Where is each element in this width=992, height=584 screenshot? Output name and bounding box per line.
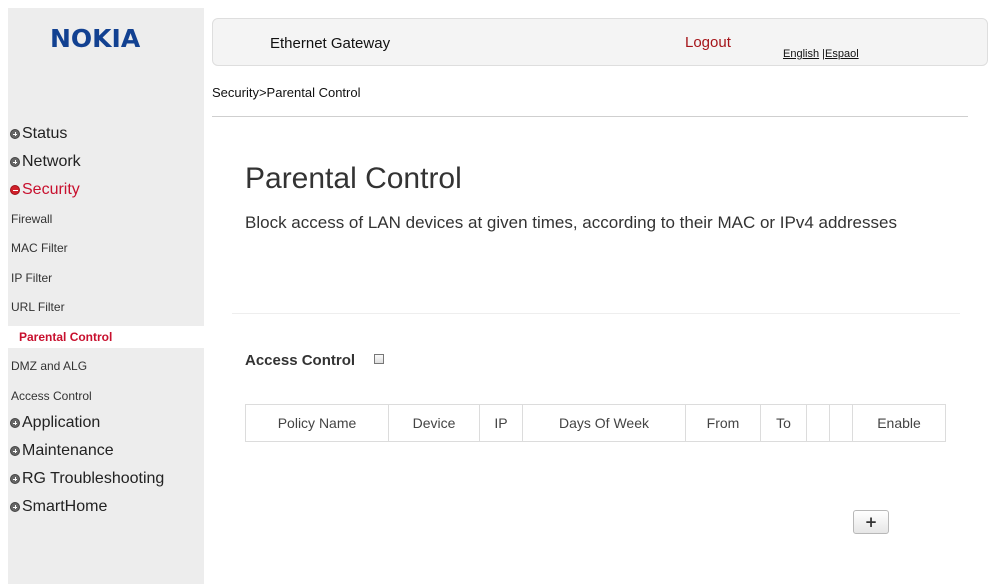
col-enable: Enable <box>852 404 946 442</box>
sidebar-item-access-control[interactable]: Access Control <box>11 385 92 407</box>
nav-status-label: Status <box>22 125 68 142</box>
sidebar-item-parental-control[interactable]: Parental Control <box>8 326 204 348</box>
lang-english-link[interactable]: English <box>783 48 819 60</box>
nav-maintenance-label: Maintenance <box>22 442 114 459</box>
col-empty-2 <box>829 404 853 442</box>
divider <box>232 313 960 314</box>
col-ip: IP <box>479 404 523 442</box>
nav-maintenance[interactable]: Maintenance <box>10 440 114 462</box>
add-policy-button[interactable]: + <box>853 510 889 534</box>
sidebar-item-mac-filter[interactable]: MAC Filter <box>11 237 68 259</box>
nav-application[interactable]: Application <box>10 412 100 434</box>
sidebar-item-dmz-and-alg[interactable]: DMZ and ALG <box>11 355 87 377</box>
page-description: Block access of LAN devices at given tim… <box>245 213 897 232</box>
expand-plus-icon <box>10 129 20 139</box>
col-from: From <box>685 404 761 442</box>
nav-rg-troubleshooting-label: RG Troubleshooting <box>22 470 165 487</box>
access-control-checkbox[interactable] <box>374 354 384 364</box>
sidebar-item-url-filter[interactable]: URL Filter <box>11 296 65 318</box>
nav-security-label: Security <box>22 181 80 198</box>
header-title: Ethernet Gateway <box>270 35 391 52</box>
language-switcher: English |Espaol <box>783 48 859 60</box>
expand-plus-icon <box>10 474 20 484</box>
nav-status[interactable]: Status <box>10 123 67 145</box>
nav-smarthome[interactable]: SmartHome <box>10 496 107 518</box>
expand-plus-icon <box>10 418 20 428</box>
lang-spanish-link[interactable]: Espaol <box>825 48 859 60</box>
col-empty-1 <box>806 404 830 442</box>
table-header-row: Policy Name Device IP Days Of Week From … <box>246 404 946 442</box>
col-to: To <box>760 404 807 442</box>
breadcrumb: Security>Parental Control <box>212 85 361 100</box>
expand-plus-icon <box>10 502 20 512</box>
col-device: Device <box>388 404 480 442</box>
nav-rg-troubleshooting[interactable]: RG Troubleshooting <box>10 468 164 490</box>
nav-smarthome-label: SmartHome <box>22 498 108 515</box>
expand-plus-icon <box>10 157 20 167</box>
sidebar-item-firewall[interactable]: Firewall <box>11 208 52 230</box>
nav-application-label: Application <box>22 414 101 431</box>
nav-security[interactable]: Security <box>10 179 80 201</box>
page-title: Parental Control <box>245 162 462 195</box>
nav-network[interactable]: Network <box>10 151 81 173</box>
expand-plus-icon <box>10 446 20 456</box>
col-policy-name: Policy Name <box>277 415 357 431</box>
logout-link[interactable]: Logout <box>685 34 731 51</box>
header-bar: Ethernet Gateway Logout English |Espaol <box>212 18 988 66</box>
col-days-of-week: Days Of Week <box>522 404 686 442</box>
sidebar-item-ip-filter[interactable]: IP Filter <box>11 267 52 289</box>
collapse-minus-icon <box>10 185 20 195</box>
access-control-label: Access Control <box>245 352 356 369</box>
nokia-logo: NOKIA <box>50 24 141 53</box>
nav-network-label: Network <box>22 153 81 170</box>
divider <box>212 116 968 117</box>
policy-table: Policy Name Device IP Days Of Week From … <box>245 404 946 442</box>
